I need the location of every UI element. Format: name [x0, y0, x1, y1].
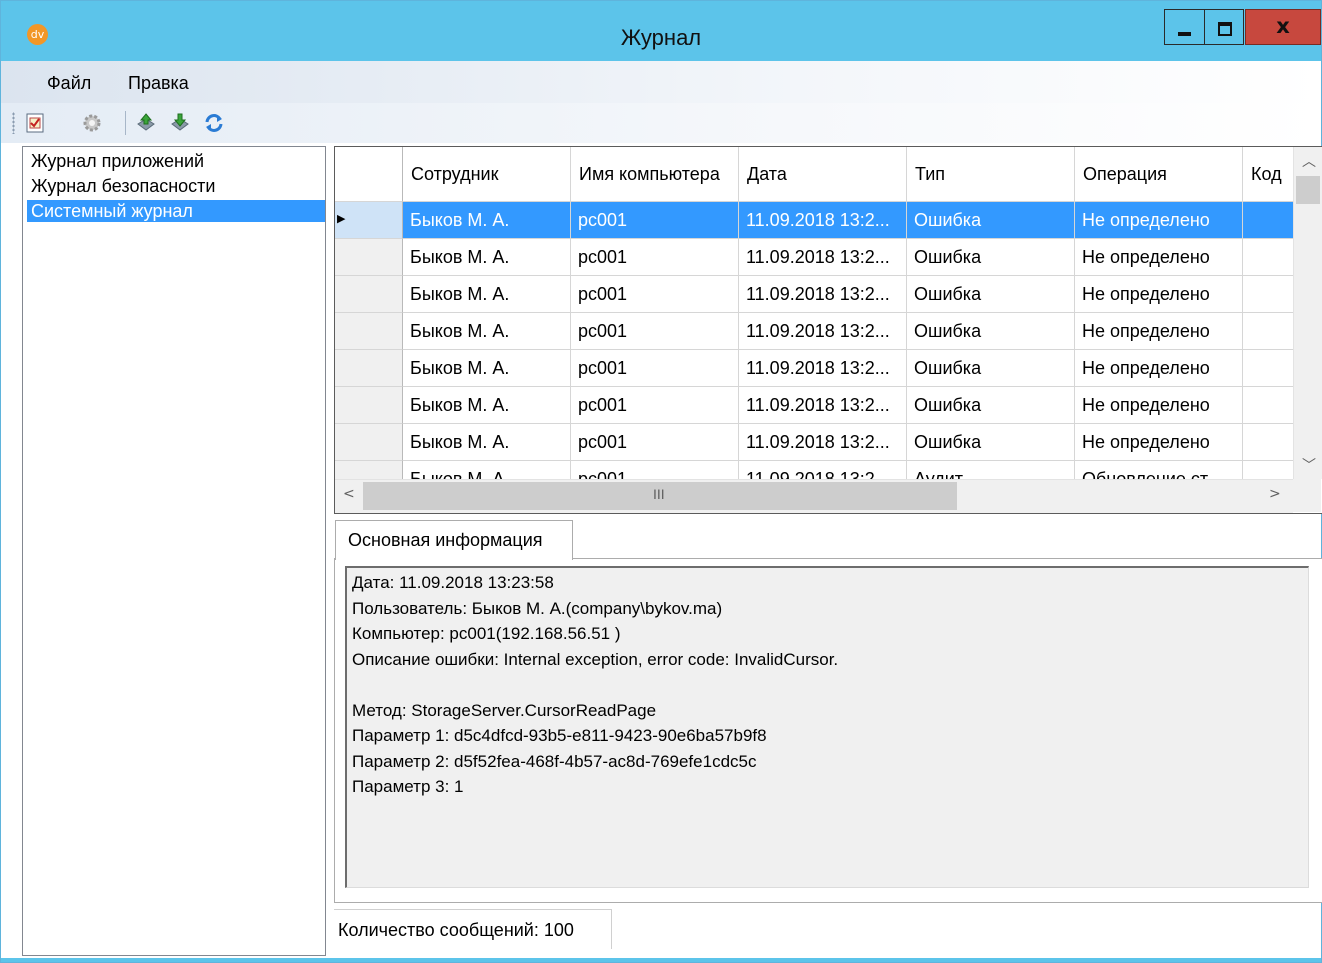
scroll-grip: III	[653, 486, 665, 502]
row-header[interactable]: ▶	[335, 202, 403, 239]
toolbar-separator	[125, 111, 126, 135]
refresh-icon[interactable]	[203, 112, 225, 134]
table-cell[interactable]: pc001	[571, 424, 739, 461]
log-window: dv Журнал x Файл Правка Журнал приложени…	[0, 0, 1322, 963]
maximize-icon	[1218, 22, 1232, 36]
details-line: Параметр 2: d5f52fea-468f-4b57-ac8d-769e…	[352, 751, 757, 771]
details-line: Компьютер: pc001(192.168.56.51 )	[352, 624, 621, 643]
vertical-scrollbar[interactable]: ︿ ﹀	[1293, 147, 1322, 479]
table-cell[interactable]: 11.09.2018 13:2...	[739, 350, 907, 387]
window-title: Журнал	[620, 25, 702, 50]
scroll-left-icon[interactable]: <	[343, 486, 355, 502]
scroll-up-icon[interactable]: ︿	[1302, 151, 1316, 171]
tree-item-security[interactable]: Журнал безопасности	[27, 175, 219, 197]
table-cell[interactable]: 11.09.2018 13:2...	[739, 276, 907, 313]
tree-item-system[interactable]: Системный журнал	[27, 200, 325, 222]
table-cell[interactable]: 11.09.2018 13:2...	[739, 424, 907, 461]
column-header[interactable]: Сотрудник	[403, 147, 571, 202]
table-cell[interactable]: pc001	[571, 350, 739, 387]
menu-bar: Файл Правка	[1, 61, 1321, 103]
details-line: Пользователь: Быков М. А.(company\bykov.…	[352, 598, 723, 618]
table-cell[interactable]: Не определено	[1075, 276, 1243, 313]
tab-main-info[interactable]: Основная информация	[335, 520, 573, 560]
column-header[interactable]: Имя компьютера	[571, 147, 739, 202]
row-header[interactable]	[335, 350, 403, 387]
table-cell[interactable]: 11.09.2018 13:2...	[739, 387, 907, 424]
details-line: Метод: StorageServer.CursorReadPage	[352, 700, 657, 720]
details-textbox[interactable]: Дата: 11.09.2018 13:23:58 Пользователь: Б…	[345, 566, 1309, 888]
grid-corner-header[interactable]	[335, 147, 403, 202]
table-cell[interactable]: Не определено	[1075, 202, 1243, 239]
table-cell[interactable]: 11.09.2018 13:2...	[739, 202, 907, 239]
table-cell[interactable]: Ошибка	[907, 350, 1075, 387]
table-cell[interactable]: Быков М. А.	[403, 313, 571, 350]
table-cell[interactable]: 11.09.2018 13:2...	[739, 313, 907, 350]
tree-item-applications[interactable]: Журнал приложений	[27, 150, 208, 172]
row-header[interactable]	[335, 276, 403, 313]
row-header[interactable]	[335, 387, 403, 424]
export-icon[interactable]	[135, 112, 157, 134]
minimize-icon	[1178, 32, 1191, 36]
log-tree: Журнал приложений Журнал безопасности Си…	[22, 146, 326, 956]
check-report-icon[interactable]	[24, 112, 46, 134]
title-bar[interactable]: dv Журнал x	[1, 1, 1321, 61]
details-line: Дата: 11.09.2018 13:23:58	[352, 573, 554, 592]
window-bottom-border	[1, 958, 1321, 962]
table-cell[interactable]: Ошибка	[907, 202, 1075, 239]
scroll-down-icon[interactable]: ﹀	[1302, 455, 1316, 475]
details-line: Параметр 3: 1	[352, 777, 464, 796]
current-row-icon: ▶	[337, 212, 346, 225]
row-header[interactable]	[335, 424, 403, 461]
table-cell[interactable]: Быков М. А.	[403, 276, 571, 313]
settings-gear-icon[interactable]	[81, 112, 103, 134]
table-cell[interactable]: pc001	[571, 276, 739, 313]
table-cell[interactable]: Не определено	[1075, 424, 1243, 461]
log-grid: Сотрудник Имя компьютера Дата Тип Операция Ко…	[334, 146, 1322, 514]
table-cell[interactable]: Ошибка	[907, 387, 1075, 424]
table-cell[interactable]: Ошибка	[907, 276, 1075, 313]
table-cell[interactable]: pc001	[571, 239, 739, 276]
maximize-button[interactable]	[1204, 9, 1244, 45]
toolbar	[1, 103, 1321, 143]
table-cell[interactable]: Не определено	[1075, 313, 1243, 350]
row-header[interactable]	[335, 313, 403, 350]
table-cell[interactable]: Не определено	[1075, 387, 1243, 424]
scroll-right-icon[interactable]: >	[1269, 486, 1281, 502]
close-icon: x	[1276, 14, 1290, 38]
message-count: Количество сообщений: 100	[338, 920, 574, 940]
table-cell[interactable]: Не определено	[1075, 350, 1243, 387]
details-line: Описание ошибки: Internal exception, err…	[352, 649, 839, 669]
horizontal-scrollbar[interactable]: < III >	[335, 479, 1293, 513]
table-cell[interactable]: Ошибка	[907, 239, 1075, 276]
table-cell[interactable]: Ошибка	[907, 313, 1075, 350]
row-header[interactable]	[335, 239, 403, 276]
table-cell[interactable]: pc001	[571, 202, 739, 239]
column-header[interactable]: Дата	[739, 147, 907, 202]
menu-file[interactable]: Файл	[47, 73, 91, 94]
scroll-corner	[1293, 479, 1321, 512]
import-icon[interactable]	[169, 112, 191, 134]
table-cell[interactable]: Быков М. А.	[403, 350, 571, 387]
table-cell[interactable]: pc001	[571, 387, 739, 424]
table-cell[interactable]: Быков М. А.	[403, 387, 571, 424]
table-cell[interactable]: pc001	[571, 313, 739, 350]
table-cell[interactable]: Быков М. А.	[403, 202, 571, 239]
close-button[interactable]: x	[1245, 9, 1321, 45]
status-bar: Количество сообщений: 100	[334, 909, 612, 949]
menu-edit[interactable]: Правка	[128, 73, 189, 94]
table-cell[interactable]: Быков М. А.	[403, 239, 571, 276]
vertical-scroll-thumb[interactable]	[1296, 176, 1320, 204]
table-cell[interactable]: Не определено	[1075, 239, 1243, 276]
table-cell[interactable]: 11.09.2018 13:2...	[739, 239, 907, 276]
table-cell[interactable]: Ошибка	[907, 424, 1075, 461]
toolbar-grip[interactable]	[12, 112, 15, 134]
horizontal-scroll-thumb[interactable]: III	[363, 482, 957, 510]
column-header[interactable]: Тип	[907, 147, 1075, 202]
column-header[interactable]: Операция	[1075, 147, 1243, 202]
minimize-button[interactable]	[1164, 9, 1204, 45]
table-cell[interactable]: Быков М. А.	[403, 424, 571, 461]
details-line: Параметр 1: d5c4dfcd-93b5-e811-9423-90e6…	[352, 726, 767, 745]
